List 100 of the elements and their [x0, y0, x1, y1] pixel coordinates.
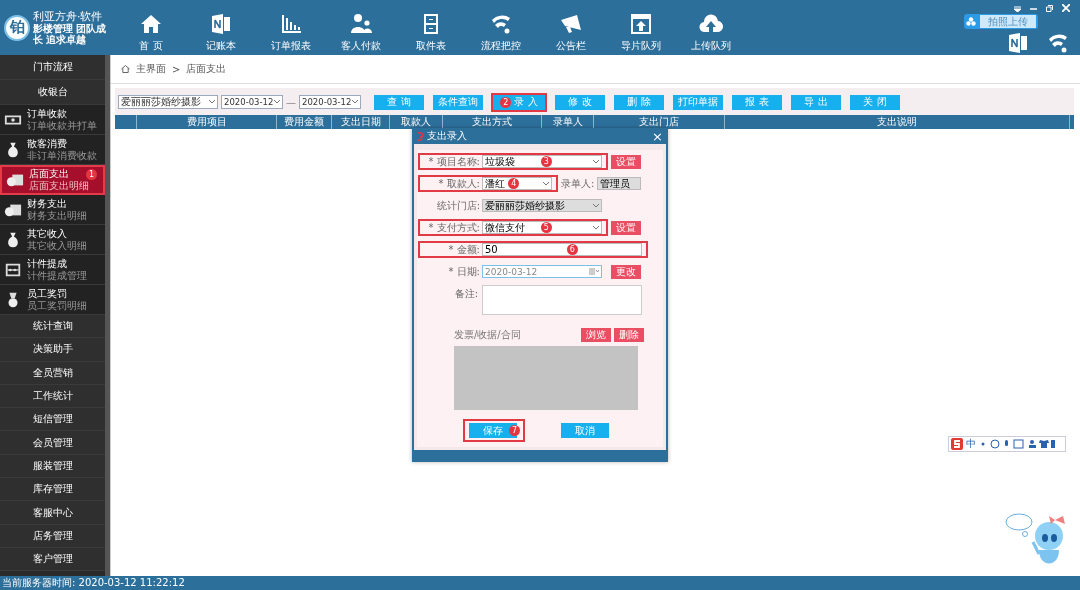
- date-field[interactable]: 2020-03-12: [482, 265, 602, 278]
- breadcrumb-link[interactable]: 主界面: [136, 62, 166, 76]
- attachment-button[interactable]: 浏览: [581, 328, 611, 342]
- nav-button[interactable]: 首 页: [116, 0, 186, 55]
- sidebar-item[interactable]: 工作统计: [0, 384, 105, 409]
- breadcrumb-separator: >: [172, 63, 181, 75]
- nav-button[interactable]: 记账本: [186, 0, 256, 55]
- home-icon: [121, 65, 130, 73]
- settings-button[interactable]: 设置: [611, 154, 641, 169]
- input-method-logo-icon[interactable]: [951, 438, 963, 450]
- input-tools-drawing[interactable]: [979, 439, 1055, 449]
- app-logo-icon: [417, 131, 425, 141]
- sidebar-item[interactable]: 财务支出 财务支出明细: [0, 195, 105, 225]
- app-name: 利亚方舟·软件: [33, 10, 104, 23]
- breadcrumb-link[interactable]: 店面支出: [186, 62, 227, 76]
- restore-icon[interactable]: [1046, 4, 1053, 12]
- sidebar-item[interactable]: 库存管理: [0, 478, 105, 502]
- app-tagline: 影楼管理 团队成长 追求卓越: [33, 23, 108, 45]
- sidebar-item-title: 订单收款: [27, 107, 68, 120]
- sidebar-item-subtitle: 财务支出明细: [27, 209, 87, 222]
- sidebar-item[interactable]: 门市流程: [0, 55, 105, 80]
- step-number-badge: 5: [540, 222, 552, 233]
- dropdown-caret-icon: [543, 181, 549, 186]
- date-select[interactable]: 2020-03-12: [221, 95, 283, 109]
- sidebar-item-title: 散客消费: [27, 137, 68, 150]
- sidebar-item[interactable]: 客服中心: [0, 501, 105, 525]
- step-number-badge: 7: [509, 425, 520, 436]
- field-label: 录单人:: [561, 176, 595, 191]
- language-toggle[interactable]: 中: [966, 437, 976, 451]
- store-select[interactable]: 爱丽丽莎婚纱摄影: [118, 95, 218, 109]
- home-icon: [139, 12, 163, 36]
- sidebar-item-subtitle: 非订单消费收款: [27, 149, 97, 162]
- sidebar-item-subtitle: 店面支出明细: [29, 180, 89, 192]
- sidebar-item-title: 财务支出: [27, 197, 68, 210]
- field-label: * 日期:: [447, 264, 480, 279]
- bar-chart-icon: [279, 12, 303, 36]
- sidebar-item-title: 员工奖罚: [27, 287, 68, 300]
- sidebar-item[interactable]: 收银台: [0, 80, 105, 105]
- nav-button[interactable]: 取件表: [396, 0, 466, 55]
- upload-button[interactable]: 拍照上传: [964, 14, 1038, 29]
- upload-window-icon: [629, 12, 653, 36]
- sidebar-item-subtitle: 订单收款并打单: [27, 119, 97, 132]
- change-button[interactable]: 更改: [611, 264, 641, 279]
- dropdown-caret-icon: [593, 159, 599, 164]
- field-label: * 金额:: [447, 242, 480, 257]
- sidebar-item-subtitle: 员工奖罚明细: [27, 299, 87, 312]
- sidebar-item[interactable]: 统计查询: [0, 315, 105, 339]
- sidebar-item-subtitle: 其它收入明细: [27, 239, 87, 252]
- toolbar-button[interactable]: 2 录 入: [491, 92, 547, 112]
- sidebar-item[interactable]: 会员管理: [0, 431, 105, 455]
- sidebar-item[interactable]: 店务管理: [0, 524, 105, 548]
- cloud-share-icon: [966, 17, 976, 26]
- sidebar-item[interactable]: 订单收款 订单收款并打单: [0, 105, 105, 135]
- dropdown-caret-icon: [593, 203, 599, 208]
- sidebar-item[interactable]: 决策助手: [0, 338, 105, 362]
- megaphone-icon: [559, 12, 583, 36]
- dropdown-caret-icon: [352, 100, 358, 104]
- field-label: * 取款人:: [437, 176, 480, 191]
- field-label: * 支付方式:: [427, 220, 480, 235]
- dropdown-icon[interactable]: [1014, 4, 1021, 12]
- nav-button[interactable]: 导片队列: [606, 0, 676, 55]
- sidebar-item[interactable]: 服装管理: [0, 454, 105, 479]
- date-select[interactable]: 2020-03-12: [299, 95, 361, 109]
- settings-button[interactable]: 设置: [611, 220, 641, 235]
- sidebar-item[interactable]: 短信管理: [0, 408, 105, 432]
- sidebar-item[interactable]: 店面支出 店面支出明细 1: [0, 165, 105, 195]
- step-number-badge: 1: [86, 169, 97, 180]
- field-label: 备注:: [453, 287, 478, 301]
- people-icon: [349, 12, 373, 36]
- nav-button[interactable]: 订单报表: [256, 0, 326, 55]
- attachment-button[interactable]: 删除: [614, 328, 644, 342]
- step-number-badge: 3: [540, 156, 552, 167]
- notes-field[interactable]: [482, 285, 642, 315]
- sidebar-item[interactable]: 散客消费 非订单消费收款: [0, 135, 105, 165]
- sidebar-item[interactable]: 计件提成 计件提成管理: [0, 255, 105, 285]
- dialog-title: 支出录入: [427, 129, 467, 143]
- sidebar-item-title: 计件提成: [27, 257, 68, 270]
- close-icon[interactable]: [1062, 4, 1070, 12]
- dropdown-caret-icon: [593, 225, 599, 230]
- nav-button[interactable]: 公告栏: [536, 0, 606, 55]
- field-label: * 项目名称:: [427, 154, 480, 169]
- nav-button[interactable]: 流程把控: [466, 0, 536, 55]
- sidebar-item[interactable]: 员工奖罚 员工奖罚明细: [0, 285, 105, 315]
- nav-button[interactable]: 客人付款: [326, 0, 396, 55]
- nav-button[interactable]: 上传队列: [676, 0, 746, 55]
- close-button[interactable]: ×: [652, 128, 663, 144]
- sidebar-item-title: 其它收入: [27, 227, 68, 240]
- notebook-icon: [209, 12, 233, 36]
- calendar-icon: [589, 268, 599, 275]
- step-number-badge: 4: [508, 178, 520, 189]
- sidebar-item[interactable]: 其它收入 其它收入明细: [0, 225, 105, 255]
- dropdown-caret-icon: [274, 100, 280, 104]
- sidebar-item-subtitle: 计件提成管理: [27, 269, 87, 282]
- field-label: 发票/收据/合同: [453, 328, 522, 342]
- step-number-badge: 2: [500, 96, 512, 108]
- date-range-separator: —: [286, 96, 296, 108]
- logo-badge: 铂: [4, 14, 30, 41]
- sidebar-item[interactable]: 客户管理: [0, 547, 105, 572]
- sidebar-item-title: 店面支出: [29, 168, 70, 180]
- sidebar-item[interactable]: 全员营销: [0, 361, 105, 385]
